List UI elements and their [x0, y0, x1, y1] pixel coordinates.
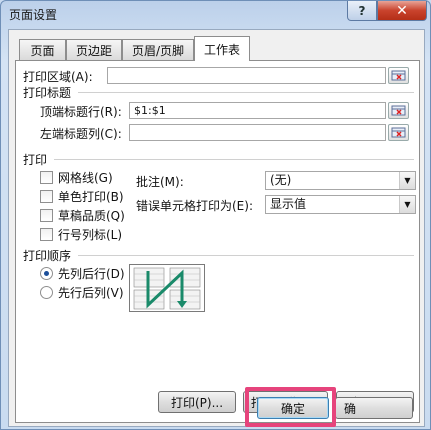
black-white-label: 单色打印(B) [58, 190, 124, 204]
left-cols-input[interactable] [129, 124, 386, 141]
tab-sheet[interactable]: 工作表 [194, 36, 250, 61]
over-then-down-radio[interactable] [40, 286, 53, 299]
comments-label: 批注(M): [136, 175, 184, 189]
section-divider [54, 159, 414, 160]
page-setup-dialog: 页面设置 ? ✕ 页面 页边距 页眉/页脚 工作表 打印区域(A): 打印标题 … [0, 0, 431, 430]
help-button[interactable]: ? [347, 1, 377, 21]
range-select-icon [391, 127, 406, 138]
cell-errors-label: 错误单元格打印为(E): [136, 199, 253, 213]
tab-margins[interactable]: 页边距 [66, 39, 122, 60]
comments-value: (无) [270, 173, 292, 187]
top-rows-label: 顶端标题行(R): [40, 105, 122, 119]
over-then-down-label: 先行后列(V) [58, 286, 124, 300]
gridlines-label: 网格线(G) [58, 171, 113, 185]
close-icon: ✕ [396, 2, 408, 19]
top-rows-collapse-button[interactable] [388, 102, 409, 119]
tab-header-footer[interactable]: 页眉/页脚 [122, 39, 194, 60]
chevron-down-icon: ▼ [399, 172, 415, 189]
print-button[interactable]: 打印(P)... [158, 391, 236, 413]
chevron-down-icon: ▼ [399, 196, 415, 213]
draft-quality-checkbox[interactable] [40, 209, 53, 222]
section-divider [78, 255, 414, 256]
left-cols-collapse-button[interactable] [388, 124, 409, 141]
ok-button[interactable]: 确定 [257, 397, 329, 419]
help-icon: ? [358, 3, 366, 18]
row-col-headings-label: 行号列标(L) [58, 228, 123, 242]
page-order-section: 打印顺序 [23, 249, 72, 263]
page-order-preview [129, 264, 205, 312]
print-area-collapse-button[interactable] [388, 67, 409, 84]
row-col-headings-checkbox[interactable] [40, 228, 53, 241]
range-select-icon [391, 105, 406, 116]
print-section: 打印 [23, 153, 48, 167]
print-titles-section: 打印标题 [23, 86, 72, 100]
close-button[interactable]: ✕ [377, 1, 427, 21]
comments-select[interactable]: (无) ▼ [265, 171, 416, 190]
draft-quality-label: 草稿品质(Q) [58, 209, 125, 223]
down-then-over-label: 先列后行(D) [58, 267, 125, 281]
range-select-icon [391, 70, 406, 81]
black-white-checkbox[interactable] [40, 190, 53, 203]
cancel-button[interactable]: 确 [335, 397, 413, 419]
left-cols-label: 左端标题列(C): [40, 127, 122, 141]
window-title: 页面设置 [9, 8, 58, 22]
sheet-panel: 打印区域(A): 打印标题 顶端标题行(R): $1:$1 左端标题列(C): … [15, 60, 420, 423]
section-divider [78, 92, 414, 93]
cell-errors-value: 显示值 [270, 197, 307, 211]
down-then-over-radio[interactable] [40, 267, 53, 280]
dialog-client: 页面 页边距 页眉/页脚 工作表 打印区域(A): 打印标题 顶端标题行(R):… [8, 29, 425, 427]
top-rows-input[interactable]: $1:$1 [129, 102, 386, 119]
page-order-icon [133, 267, 201, 310]
gridlines-checkbox[interactable] [40, 171, 53, 184]
tab-page[interactable]: 页面 [19, 39, 66, 60]
cell-errors-select[interactable]: 显示值 ▼ [265, 195, 416, 214]
print-area-label: 打印区域(A): [23, 70, 93, 84]
print-area-input[interactable] [107, 67, 386, 84]
